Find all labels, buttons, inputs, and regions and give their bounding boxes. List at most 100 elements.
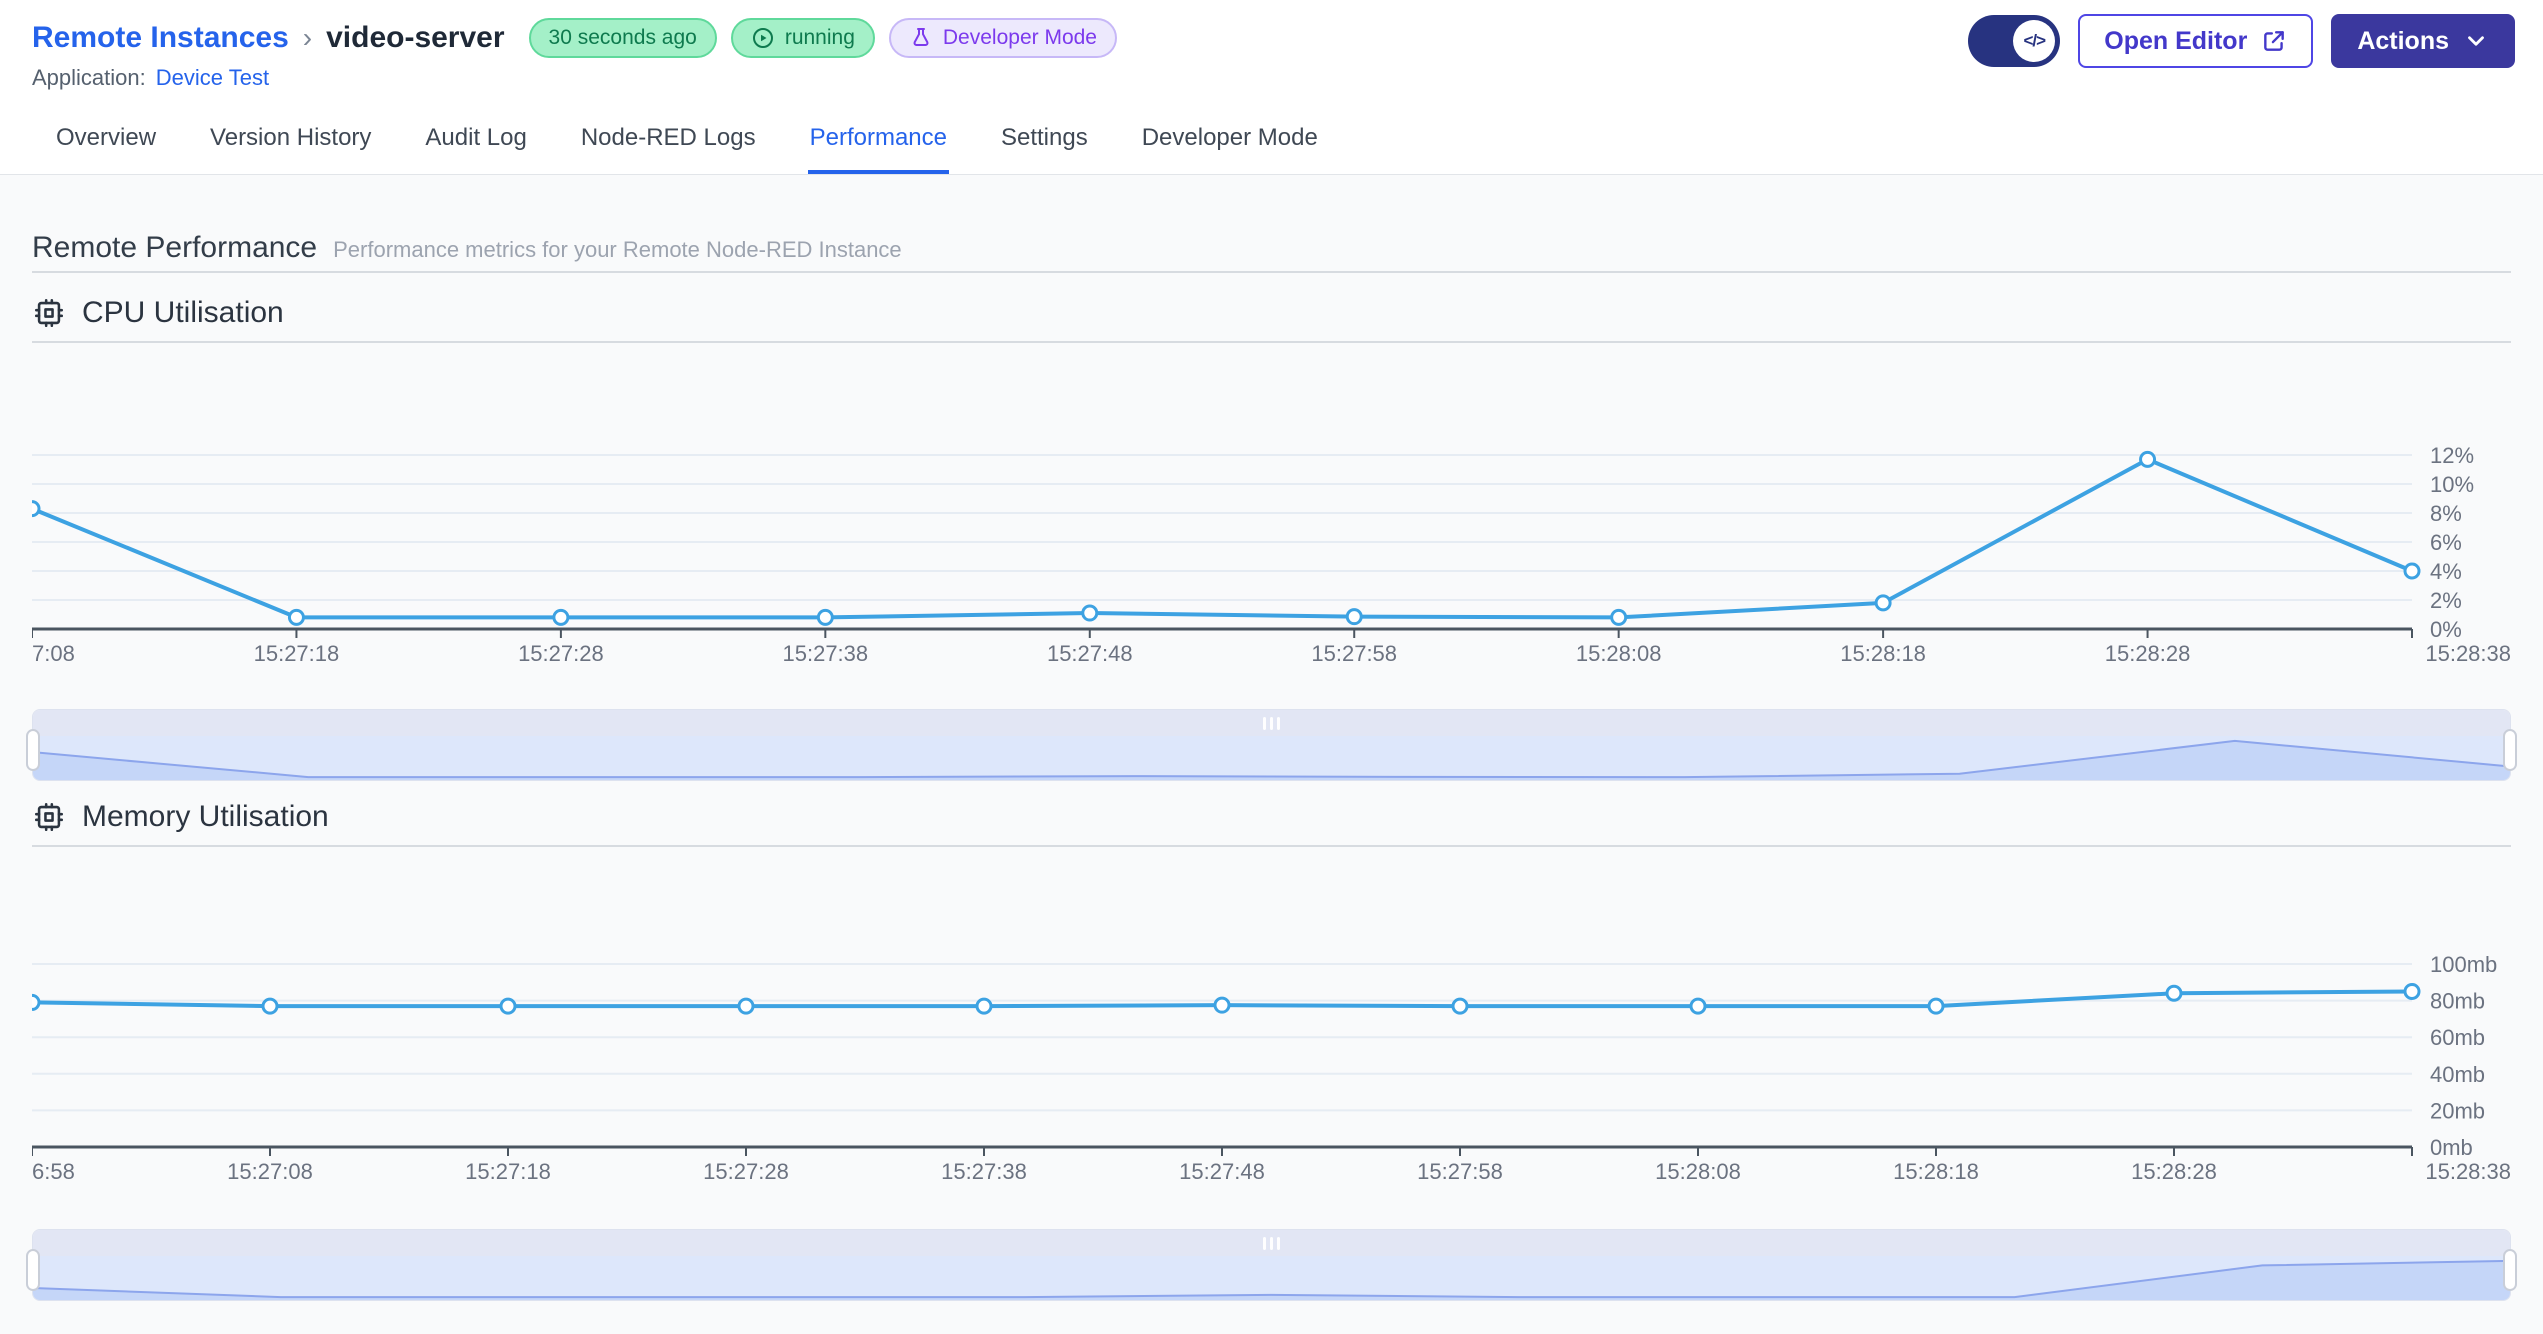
performance-content: Remote Performance Performance metrics f… [0,175,2543,1334]
divider [32,271,2511,273]
svg-text:6%: 6% [2430,530,2462,555]
tab-developer-mode[interactable]: Developer Mode [1140,118,1320,174]
open-editor-label: Open Editor [2104,26,2248,55]
svg-text:4%: 4% [2430,559,2462,584]
status-badges: 30 seconds ago running Developer Mode [528,18,1117,58]
gridlines [32,963,2412,1112]
external-link-icon [2264,31,2285,51]
cpu-brush-minichart[interactable] [33,736,2510,780]
actions-button[interactable]: Actions [2331,14,2515,68]
svg-text:15:27:58: 15:27:58 [1311,641,1397,666]
breadcrumb-separator: › [302,22,313,53]
svg-text:60mb: 60mb [2430,1025,2485,1050]
running-status-badge: running [730,18,875,58]
svg-text:7:08: 7:08 [32,641,75,666]
developer-mode-badge: Developer Mode [888,18,1117,58]
svg-text:15:28:28: 15:28:28 [2131,1159,2217,1184]
tabs: Overview Version History Audit Log Node-RED… [32,118,2515,174]
cpu-section-title: CPU Utilisation [82,296,284,329]
svg-text:15:27:58: 15:27:58 [1417,1159,1503,1184]
tab-version-history[interactable]: Version History [208,118,373,174]
svg-text:15:28:18: 15:28:18 [1893,1159,1979,1184]
x-axis-labels: 6:58 15:27:08 15:27:18 15:27:28 15:27:38 15:2… [32,1159,2511,1184]
y-axis-labels: 0% 2% 4% 6% 8% 10% 12% [2430,443,2474,642]
svg-text:20mb: 20mb [2430,1098,2485,1123]
tab-overview[interactable]: Overview [54,118,158,174]
open-editor-button[interactable]: Open Editor [2078,14,2314,68]
memory-section-title: Memory Utilisation [82,800,329,833]
tab-performance[interactable]: Performance [807,118,949,174]
svg-text:40mb: 40mb [2430,1062,2485,1087]
svg-text:15:27:08: 15:27:08 [227,1159,313,1184]
cpu-chip-icon [34,298,64,328]
header-actions: </> Open Editor Actions [1968,14,2515,68]
svg-text:80mb: 80mb [2430,989,2485,1014]
x-axis [32,1145,2413,1156]
data-points [32,450,2421,626]
actions-label: Actions [2357,26,2449,55]
breadcrumb: Remote Instances › video-server [32,21,505,55]
svg-text:15:27:28: 15:27:28 [703,1159,789,1184]
svg-text:15:27:18: 15:27:18 [254,641,340,666]
svg-text:15:28:08: 15:28:08 [1655,1159,1741,1184]
y-axis-labels: 0mb 20mb 40mb 60mb 80mb 100mb [2430,952,2497,1160]
memory-section: Memory Utilisation 0mb 20mb 40mb 60mb 80mb 10… [26,797,2517,1301]
instance-header: Remote Instances › video-server 30 secon… [0,0,2543,175]
tab-audit-log[interactable]: Audit Log [423,118,528,174]
application-label: Application: [32,65,146,90]
svg-text:0%: 0% [2430,617,2462,642]
breadcrumb-remote-instances-link[interactable]: Remote Instances [32,21,289,55]
svg-text:15:28:38: 15:28:38 [2425,1159,2511,1184]
play-circle-icon [752,28,773,48]
tab-settings[interactable]: Settings [999,118,1090,174]
cpu-brush-right-handle[interactable] [2503,729,2517,772]
divider [32,845,2511,847]
x-axis-labels: 7:08 15:27:18 15:27:28 15:27:38 15:27:48 15:2… [32,641,2511,666]
memory-range-navigator [26,1229,2517,1301]
cpu-section: CPU Utilisation 0% 2% 4% 6% 8% 10% 12% 7:08 15:2… [26,293,2517,781]
memory-brush-left-handle[interactable] [26,1249,40,1292]
svg-text:15:28:08: 15:28:08 [1576,641,1662,666]
memory-chart: 0mb 20mb 40mb 60mb 80mb 100mb 6:58 15:27:08 15:2… [32,917,2511,1197]
memory-brush-drag-bar[interactable] [33,1230,2510,1256]
cpu-brush-left-handle[interactable] [26,729,40,772]
svg-text:10%: 10% [2430,472,2474,497]
code-icon: </> [2013,20,2056,62]
cpu-chart: 0% 2% 4% 6% 8% 10% 12% 7:08 15:27:18 15:27:28 15:2… [32,399,2511,679]
page-title: Remote Performance [32,231,318,264]
grip-icon [1263,716,1280,730]
brush-area-chart [33,1256,2510,1300]
instance-name: video-server [326,21,505,54]
page-subtitle: Performance metrics for your Remote Node… [333,237,902,262]
svg-text:15:27:28: 15:27:28 [518,641,604,666]
svg-text:15:28:18: 15:28:18 [1840,641,1926,666]
svg-text:6:58: 6:58 [32,1159,75,1184]
svg-text:100mb: 100mb [2430,952,2497,977]
divider [32,341,2511,343]
tab-node-red-logs[interactable]: Node-RED Logs [579,118,758,174]
x-axis [32,627,2413,638]
brush-area-chart [33,736,2510,780]
application-link[interactable]: Device Test [156,65,269,91]
svg-text:0mb: 0mb [2430,1135,2473,1160]
svg-text:15:27:48: 15:27:48 [1047,641,1133,666]
svg-text:15:27:48: 15:27:48 [1179,1159,1265,1184]
memory-brush-right-handle[interactable] [2503,1249,2517,1292]
last-seen-label: 30 seconds ago [548,26,697,49]
instance-performance-page: Remote Instances › video-server 30 secon… [0,0,2543,1334]
last-seen-badge: 30 seconds ago [528,18,717,58]
developer-mode-toggle[interactable]: </> [1968,15,2061,67]
svg-text:12%: 12% [2430,443,2474,468]
svg-text:8%: 8% [2430,501,2462,526]
svg-text:15:27:18: 15:27:18 [465,1159,551,1184]
cpu-brush-drag-bar[interactable] [33,710,2510,736]
cpu-chip-icon [34,802,64,832]
cpu-range-navigator [26,709,2517,781]
memory-brush-minichart[interactable] [33,1256,2510,1300]
page-heading: Remote Performance Performance metrics f… [32,175,2511,271]
svg-text:15:28:38: 15:28:38 [2425,641,2511,666]
running-status-label: running [784,26,855,49]
svg-text:15:27:38: 15:27:38 [783,641,869,666]
flask-icon [913,28,929,46]
developer-mode-label: Developer Mode [942,26,1097,49]
